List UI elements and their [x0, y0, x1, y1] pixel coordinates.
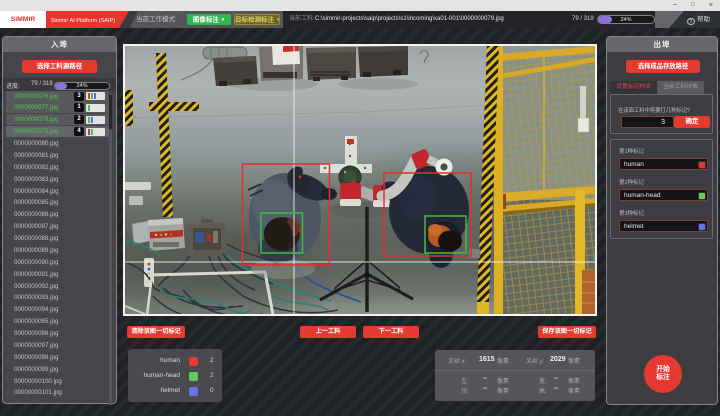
svg-text:Simmir AI Platform (SAIP): Simmir AI Platform (SAIP): [51, 18, 115, 24]
